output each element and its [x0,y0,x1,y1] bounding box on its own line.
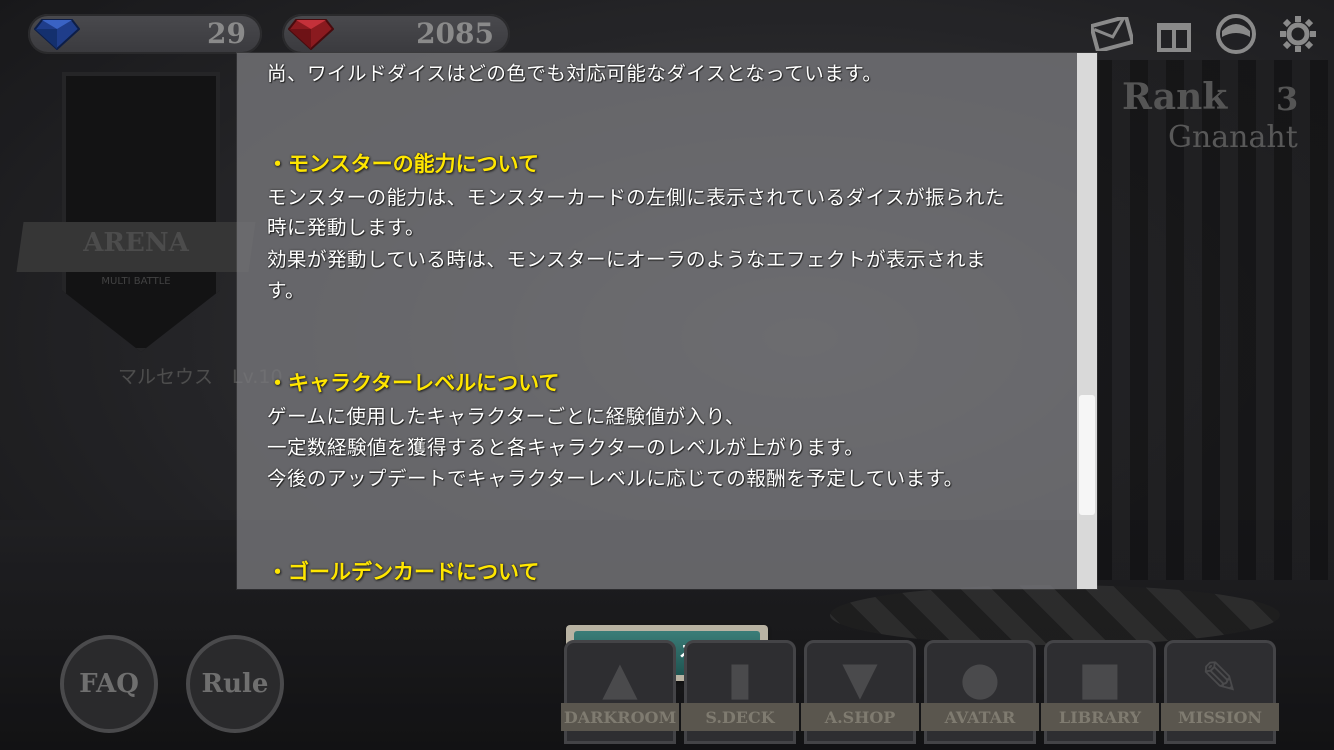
rules-section-heading: ・キャラクターレベルについて [267,371,560,395]
rules-text-line: 時に発動します。 [267,216,426,239]
mail-icon[interactable] [1090,12,1134,56]
nav-avatar[interactable]: ● AVATAR [921,640,1039,744]
settings-gear-icon[interactable] [1276,12,1320,56]
nav-label: LIBRARY [1041,703,1159,731]
nav-label: A.SHOP [801,703,919,731]
nav-label: S.DECK [681,703,799,731]
gift-icon[interactable] [1152,12,1196,56]
rules-section-heading: ・モンスターの能力について [267,152,539,176]
rules-dialog: 尚、ワイルドダイスはどの色でも対応可能なダイスとなっています。 ・モンスターの能… [237,53,1097,589]
blue-gem-counter[interactable]: 29 [28,14,262,54]
rules-text-line: 効果が発動している時は、モンスターにオーラのようなエフェクトが表示されま [267,248,987,271]
red-diamond-icon [287,18,335,54]
top-icon-group [1090,12,1320,56]
rules-text-line: 尚、ワイルドダイスはどの色でも対応可能なダイスとなっています。 [267,62,883,85]
rules-scrollbar-thumb[interactable] [1079,395,1095,515]
nav-label: DARKROOM [561,703,679,731]
rules-scroll-content[interactable]: 尚、ワイルドダイスはどの色でも対応可能なダイスとなっています。 ・モンスターの能… [267,53,1077,589]
rules-text-line: 今後のアップデートでキャラクターレベルに応じての報酬を予定しています。 [267,467,964,490]
red-gem-counter[interactable]: 2085 [282,14,510,54]
faq-button[interactable]: FAQ [60,635,158,733]
nav-darkroom[interactable]: ▲ DARKROOM [561,640,679,744]
deck-cards-icon: ▮ [727,651,753,705]
nav-mission[interactable]: ✎ MISSION [1161,640,1279,744]
nav-sdeck[interactable]: ▮ S.DECK [681,640,799,744]
nav-ashop[interactable]: ▼ A.SHOP [801,640,919,744]
avatar-silhouette-icon: ● [959,651,1001,705]
red-gem-amount: 2085 [416,17,494,50]
book-icon: ■ [1078,651,1122,705]
rules-text-line: モンスターの能力は、モンスターカードの左側に表示されているダイスが振られた [267,186,1006,209]
nav-label: AVATAR [921,703,1039,731]
rules-section-heading: ・ゴールデンカードについて [267,560,540,584]
rules-text-line: す。 [267,279,306,302]
darkroom-icon: ▲ [602,651,638,705]
rules-text-line: 一定数経験値を獲得すると各キャラクターのレベルが上がります。 [267,436,865,459]
avatar-icon[interactable] [1214,12,1258,56]
rules-text-line: ゲームに使用したキャラクターごとに経験値が入り、 [267,405,745,428]
blue-diamond-icon [33,18,81,54]
nav-library[interactable]: ■ LIBRARY [1041,640,1159,744]
blue-gem-amount: 29 [207,17,246,50]
scroll-quill-icon: ✎ [1200,651,1240,705]
nav-label: MISSION [1161,703,1279,731]
shirt-icon: ▼ [842,651,878,705]
rule-button[interactable]: Rule [186,635,284,733]
